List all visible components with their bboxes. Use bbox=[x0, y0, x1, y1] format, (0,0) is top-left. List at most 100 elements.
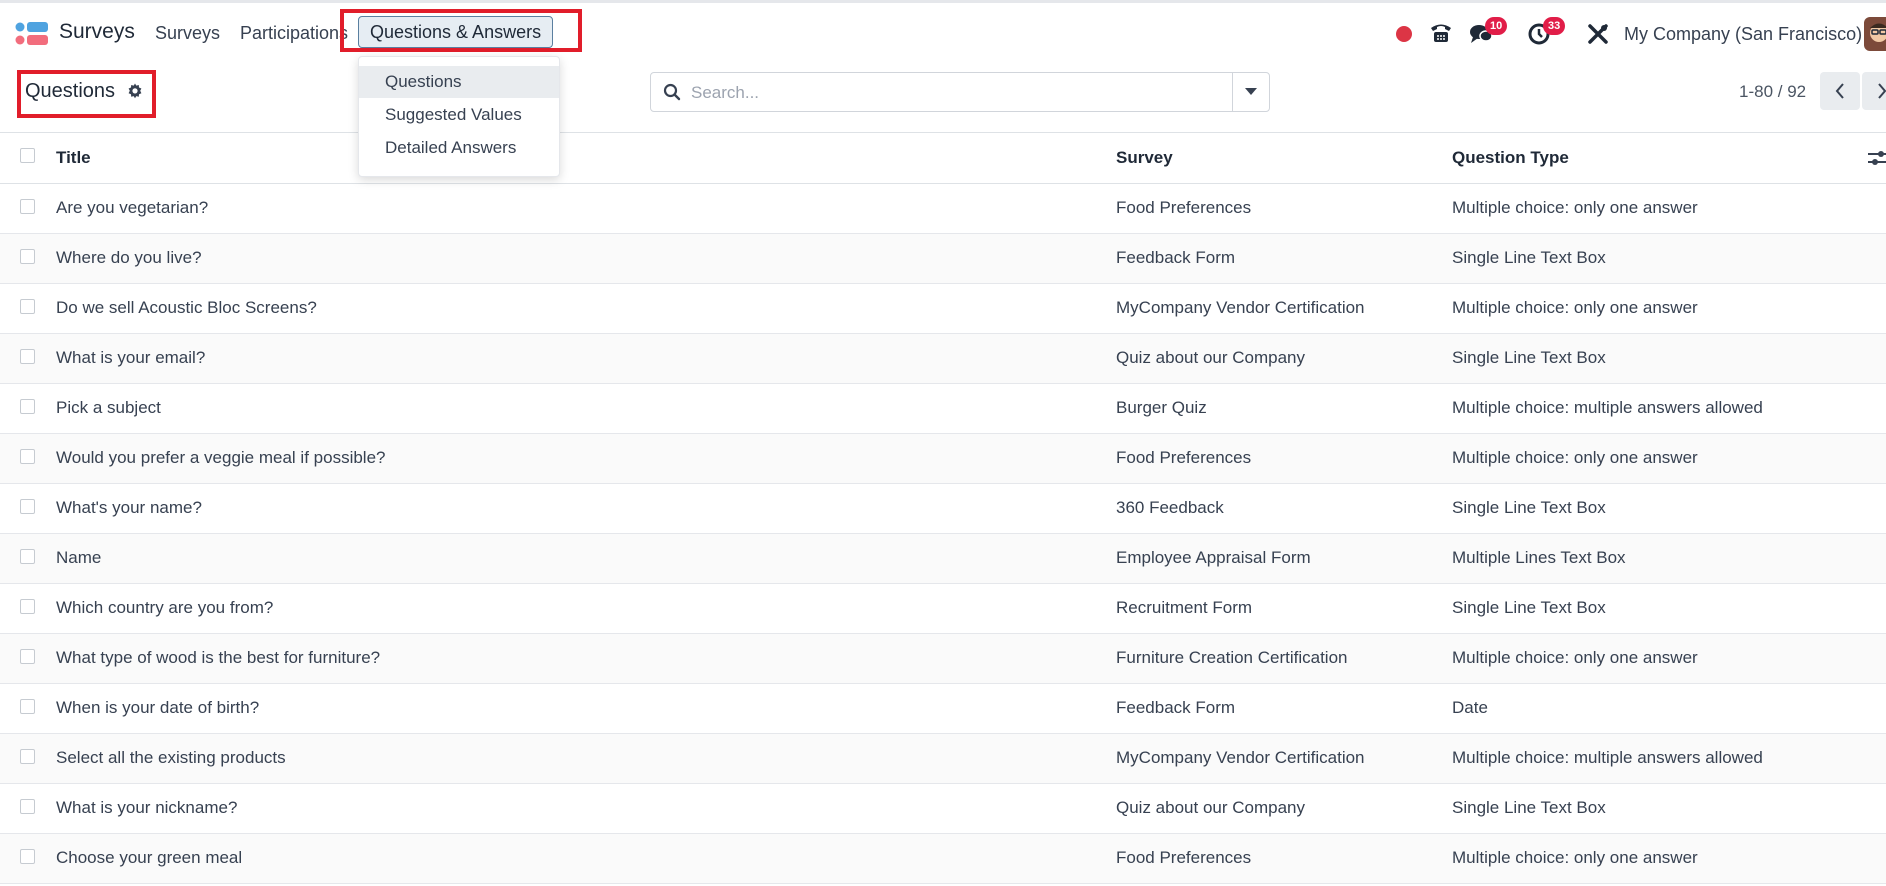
cell-title[interactable]: Choose your green meal bbox=[56, 848, 242, 868]
cell-question-type[interactable]: Multiple choice: only one answer bbox=[1452, 198, 1698, 218]
table-row[interactable]: What is your nickname? Quiz about our Com… bbox=[0, 784, 1886, 834]
menu-questions-answers[interactable]: Questions & Answers bbox=[358, 16, 554, 48]
cell-question-type[interactable]: Single Line Text Box bbox=[1452, 348, 1606, 368]
cell-title[interactable]: What type of wood is the best for furnit… bbox=[56, 648, 380, 668]
column-header-survey[interactable]: Survey bbox=[1116, 148, 1173, 168]
table-row[interactable]: Name Employee Appraisal Form Multiple Line… bbox=[0, 534, 1886, 584]
row-checkbox[interactable] bbox=[20, 649, 35, 664]
questions-list: Title Survey Question Type Are you veget… bbox=[0, 132, 1886, 884]
surveys-app-icon[interactable] bbox=[15, 20, 49, 47]
cell-question-type[interactable]: Multiple choice: only one answer bbox=[1452, 648, 1698, 668]
gear-icon[interactable] bbox=[127, 83, 143, 104]
row-checkbox[interactable] bbox=[20, 199, 35, 214]
row-checkbox[interactable] bbox=[20, 249, 35, 264]
row-checkbox[interactable] bbox=[20, 749, 35, 764]
cell-title[interactable]: Which country are you from? bbox=[56, 598, 273, 618]
table-row[interactable]: When is your date of birth? Feedback Form… bbox=[0, 684, 1886, 734]
select-all-checkbox[interactable] bbox=[20, 148, 35, 163]
cell-survey[interactable]: Recruitment Form bbox=[1116, 598, 1252, 618]
row-checkbox[interactable] bbox=[20, 799, 35, 814]
cell-question-type[interactable]: Multiple choice: multiple answers allowe… bbox=[1452, 398, 1763, 418]
row-checkbox[interactable] bbox=[20, 699, 35, 714]
cell-survey[interactable]: Quiz about our Company bbox=[1116, 348, 1305, 368]
cell-title[interactable]: Name bbox=[56, 548, 101, 568]
cell-survey[interactable]: 360 Feedback bbox=[1116, 498, 1224, 518]
cell-survey[interactable]: Furniture Creation Certification bbox=[1116, 648, 1347, 668]
dropdown-item-detailed-answers[interactable]: Detailed Answers bbox=[359, 132, 559, 164]
row-checkbox[interactable] bbox=[20, 349, 35, 364]
cell-title[interactable]: When is your date of birth? bbox=[56, 698, 259, 718]
cell-survey[interactable]: Food Preferences bbox=[1116, 448, 1251, 468]
cell-title[interactable]: Where do you live? bbox=[56, 248, 202, 268]
page-title[interactable]: Questions bbox=[25, 80, 115, 103]
row-checkbox[interactable] bbox=[20, 299, 35, 314]
cell-title[interactable]: Select all the existing products bbox=[56, 748, 286, 768]
table-row[interactable]: Would you prefer a veggie meal if possib… bbox=[0, 434, 1886, 484]
cell-survey[interactable]: Employee Appraisal Form bbox=[1116, 548, 1311, 568]
column-header-title[interactable]: Title bbox=[56, 148, 91, 168]
cell-question-type[interactable]: Single Line Text Box bbox=[1452, 248, 1606, 268]
cell-title[interactable]: Are you vegetarian? bbox=[56, 198, 208, 218]
table-row[interactable]: Do we sell Acoustic Bloc Screens? MyCompa… bbox=[0, 284, 1886, 334]
dropdown-item-suggested-values[interactable]: Suggested Values bbox=[359, 99, 559, 131]
cell-title[interactable]: Pick a subject bbox=[56, 398, 161, 418]
table-row[interactable]: What's your name? 360 Feedback Single Line… bbox=[0, 484, 1886, 534]
table-body: Are you vegetarian? Food Preferences Multi… bbox=[0, 184, 1886, 884]
menu-participations[interactable]: Participations bbox=[240, 23, 348, 44]
row-checkbox[interactable] bbox=[20, 849, 35, 864]
pager-value[interactable]: 1-80 / 92 bbox=[1739, 82, 1806, 102]
cell-title[interactable]: Would you prefer a veggie meal if possib… bbox=[56, 448, 385, 468]
pager-previous-button[interactable] bbox=[1820, 72, 1860, 110]
table-row[interactable]: Which country are you from? Recruitment F… bbox=[0, 584, 1886, 634]
row-checkbox[interactable] bbox=[20, 449, 35, 464]
cell-survey[interactable]: Burger Quiz bbox=[1116, 398, 1207, 418]
cell-question-type[interactable]: Multiple choice: multiple answers allowe… bbox=[1452, 748, 1763, 768]
cell-title[interactable]: What is your email? bbox=[56, 348, 205, 368]
cell-title[interactable]: What's your name? bbox=[56, 498, 202, 518]
cell-survey[interactable]: Food Preferences bbox=[1116, 198, 1251, 218]
cell-title[interactable]: What is your nickname? bbox=[56, 798, 237, 818]
column-header-question-type[interactable]: Question Type bbox=[1452, 148, 1569, 168]
cell-question-type[interactable]: Date bbox=[1452, 698, 1488, 718]
cell-survey[interactable]: MyCompany Vendor Certification bbox=[1116, 748, 1365, 768]
cell-survey[interactable]: Feedback Form bbox=[1116, 698, 1235, 718]
pager-next-button[interactable] bbox=[1862, 72, 1886, 110]
phone-icon[interactable] bbox=[1428, 20, 1454, 46]
cell-question-type[interactable]: Multiple Lines Text Box bbox=[1452, 548, 1626, 568]
cell-question-type[interactable]: Multiple choice: only one answer bbox=[1452, 298, 1698, 318]
dropdown-item-questions[interactable]: Questions bbox=[359, 66, 559, 98]
app-name[interactable]: Surveys bbox=[59, 20, 135, 44]
cell-question-type[interactable]: Multiple choice: only one answer bbox=[1452, 448, 1698, 468]
row-checkbox[interactable] bbox=[20, 599, 35, 614]
messages-badge: 10 bbox=[1485, 17, 1508, 35]
table-row[interactable]: Where do you live? Feedback Form Single Li… bbox=[0, 234, 1886, 284]
table-row[interactable]: Pick a subject Burger Quiz Multiple choice… bbox=[0, 384, 1886, 434]
company-switcher[interactable]: My Company (San Francisco) bbox=[1624, 24, 1862, 45]
debug-tools-icon[interactable] bbox=[1585, 21, 1611, 47]
search-bar bbox=[650, 72, 1270, 112]
cell-title[interactable]: Do we sell Acoustic Bloc Screens? bbox=[56, 298, 317, 318]
cell-survey[interactable]: Feedback Form bbox=[1116, 248, 1235, 268]
cell-question-type[interactable]: Single Line Text Box bbox=[1452, 598, 1606, 618]
cell-survey[interactable]: MyCompany Vendor Certification bbox=[1116, 298, 1365, 318]
optional-columns-icon[interactable] bbox=[1868, 149, 1886, 172]
search-options-toggle[interactable] bbox=[1232, 73, 1269, 111]
cell-survey[interactable]: Quiz about our Company bbox=[1116, 798, 1305, 818]
table-row[interactable]: Are you vegetarian? Food Preferences Multi… bbox=[0, 184, 1886, 234]
row-checkbox[interactable] bbox=[20, 549, 35, 564]
row-checkbox[interactable] bbox=[20, 399, 35, 414]
table-row[interactable]: What is your email? Quiz about our Compan… bbox=[0, 334, 1886, 384]
row-checkbox[interactable] bbox=[20, 499, 35, 514]
cell-survey[interactable]: Food Preferences bbox=[1116, 848, 1251, 868]
table-row[interactable]: Select all the existing products MyCompan… bbox=[0, 734, 1886, 784]
cell-question-type[interactable]: Multiple choice: only one answer bbox=[1452, 848, 1698, 868]
recording-indicator-icon[interactable] bbox=[1396, 26, 1412, 42]
table-row[interactable]: What type of wood is the best for furnit… bbox=[0, 634, 1886, 684]
search-icon bbox=[663, 83, 681, 106]
cell-question-type[interactable]: Single Line Text Box bbox=[1452, 798, 1606, 818]
table-row[interactable]: Choose your green meal Food Preferences Mu… bbox=[0, 834, 1886, 884]
search-input[interactable] bbox=[689, 77, 1233, 109]
user-avatar[interactable] bbox=[1864, 17, 1886, 51]
menu-surveys[interactable]: Surveys bbox=[155, 23, 220, 44]
cell-question-type[interactable]: Single Line Text Box bbox=[1452, 498, 1606, 518]
